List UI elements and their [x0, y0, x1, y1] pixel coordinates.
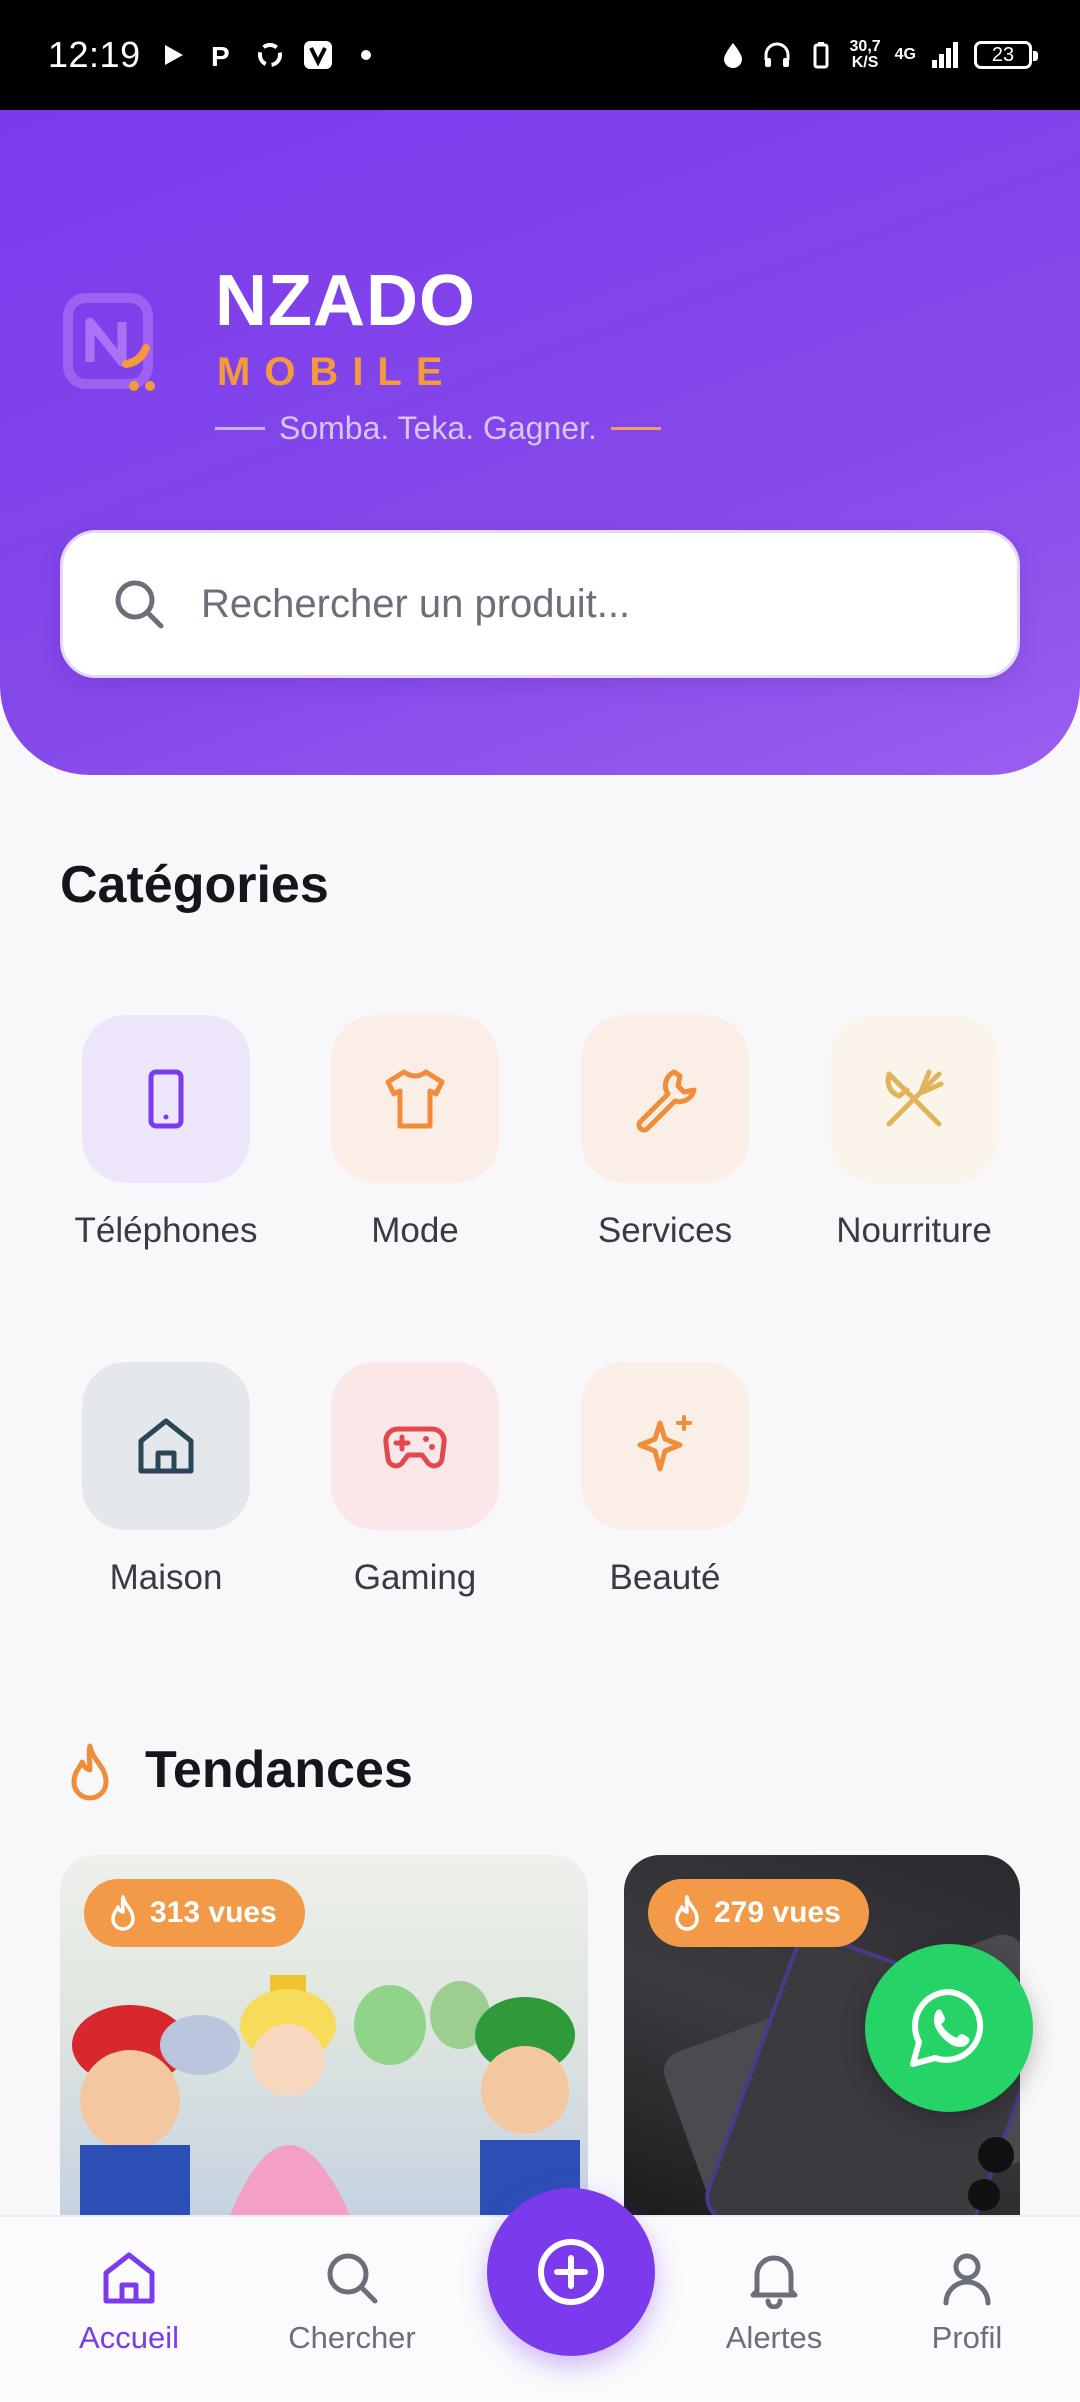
v-app-icon [303, 41, 332, 69]
search-icon [115, 580, 164, 629]
tagline-divider [610, 427, 661, 430]
battery-level: 23 [991, 43, 1015, 66]
sparkles-icon [637, 1415, 692, 1472]
category-icon-box [581, 1362, 749, 1530]
category-label: Maison [109, 1558, 223, 1597]
status-time: 12:19 [48, 34, 141, 75]
category-telephones[interactable]: Téléphones [46, 1015, 286, 1251]
battery-saver-icon [813, 42, 829, 69]
headphones-icon [764, 42, 790, 67]
trending-card[interactable]: 313 vues [60, 1855, 588, 2215]
category-maison[interactable]: Maison [46, 1362, 286, 1598]
battery-indicator: 23 [974, 41, 1038, 69]
user-icon [943, 2253, 991, 2306]
fire-icon [111, 1895, 135, 1931]
categories-title: Catégories [60, 856, 329, 914]
category-label: Nourriture [836, 1211, 992, 1250]
category-services[interactable]: Services [545, 1015, 785, 1251]
search-bar[interactable]: Rechercher un produit... [60, 530, 1020, 678]
tagline-text: Somba. Teka. Gagner. [279, 410, 597, 446]
signal-icon [932, 42, 958, 68]
views-badge: 313 vues [84, 1879, 305, 1947]
network-speed-value: 30,7 [849, 38, 881, 55]
category-mode[interactable]: Mode [295, 1015, 535, 1251]
category-label: Mode [371, 1211, 459, 1250]
nav-profile-label: Profil [931, 2320, 1003, 2355]
phone-icon [148, 1069, 184, 1129]
category-beaute[interactable]: Beauté [545, 1362, 785, 1598]
whatsapp-icon [910, 1989, 984, 2067]
media-icon [164, 45, 183, 65]
bell-icon [750, 2255, 798, 2310]
category-gaming[interactable]: Gaming [295, 1362, 535, 1598]
views-badge: 279 vues [648, 1879, 869, 1947]
nav-search-label: Chercher [288, 2320, 416, 2355]
status-bar: 12:19 P 30,7 K/S 4G 23 [0, 0, 1080, 110]
whatsapp-button[interactable] [865, 1944, 1033, 2112]
wrench-icon [636, 1069, 697, 1133]
nav-home-label: Accueil [79, 2320, 179, 2355]
tshirt-icon [385, 1069, 445, 1129]
nav-home[interactable]: Accueil [49, 2247, 209, 2356]
views-count: 279 vues [714, 1896, 841, 1929]
hero-header: NZADO MOBILE Somba. Teka. Gagner. Recher… [0, 110, 1080, 775]
category-icon-box [82, 1362, 250, 1530]
category-label: Gaming [353, 1558, 477, 1597]
category-icon-box [830, 1015, 998, 1183]
data-saver-icon [723, 43, 742, 68]
sync-icon [257, 43, 282, 67]
svg-text:P: P [211, 41, 230, 70]
brand-tagline: Somba. Teka. Gagner. [215, 410, 661, 447]
network-speed-unit: K/S [851, 54, 879, 71]
brand-subtitle: MOBILE [217, 350, 457, 394]
category-nourriture[interactable]: Nourriture [794, 1015, 1034, 1251]
category-label: Téléphones [74, 1211, 258, 1250]
p-app-icon: P [211, 41, 230, 70]
category-label: Beauté [609, 1558, 721, 1597]
nav-alerts-label: Alertes [725, 2320, 823, 2355]
home-icon [103, 2252, 155, 2304]
network-speed: 30,7 K/S [850, 39, 881, 71]
category-icon-box [82, 1015, 250, 1183]
gamepad-icon [383, 1426, 447, 1469]
search-icon [327, 2253, 378, 2304]
nav-profile[interactable]: Profil [887, 2247, 1047, 2356]
search-input[interactable]: Rechercher un produit... [201, 582, 630, 627]
add-listing-button[interactable] [487, 2188, 655, 2356]
tagline-divider [215, 427, 265, 430]
trending-title: Tendances [145, 1741, 413, 1799]
dot-icon [360, 50, 371, 60]
views-count: 313 vues [150, 1896, 277, 1929]
category-icon-box [331, 1362, 499, 1530]
category-icon-box [331, 1015, 499, 1183]
home-icon [138, 1418, 194, 1474]
app-logo-icon [63, 293, 155, 391]
brand-name: NZADO [215, 261, 476, 341]
category-icon-box [581, 1015, 749, 1183]
category-label: Services [597, 1211, 733, 1250]
fire-icon [71, 1743, 109, 1801]
nav-alerts[interactable]: Alertes [694, 2247, 854, 2356]
nav-search[interactable]: Chercher [272, 2247, 432, 2356]
utensils-icon [885, 1069, 944, 1127]
fire-icon [675, 1895, 699, 1931]
network-type: 4G [894, 46, 916, 63]
plus-circle-icon [538, 2239, 604, 2305]
